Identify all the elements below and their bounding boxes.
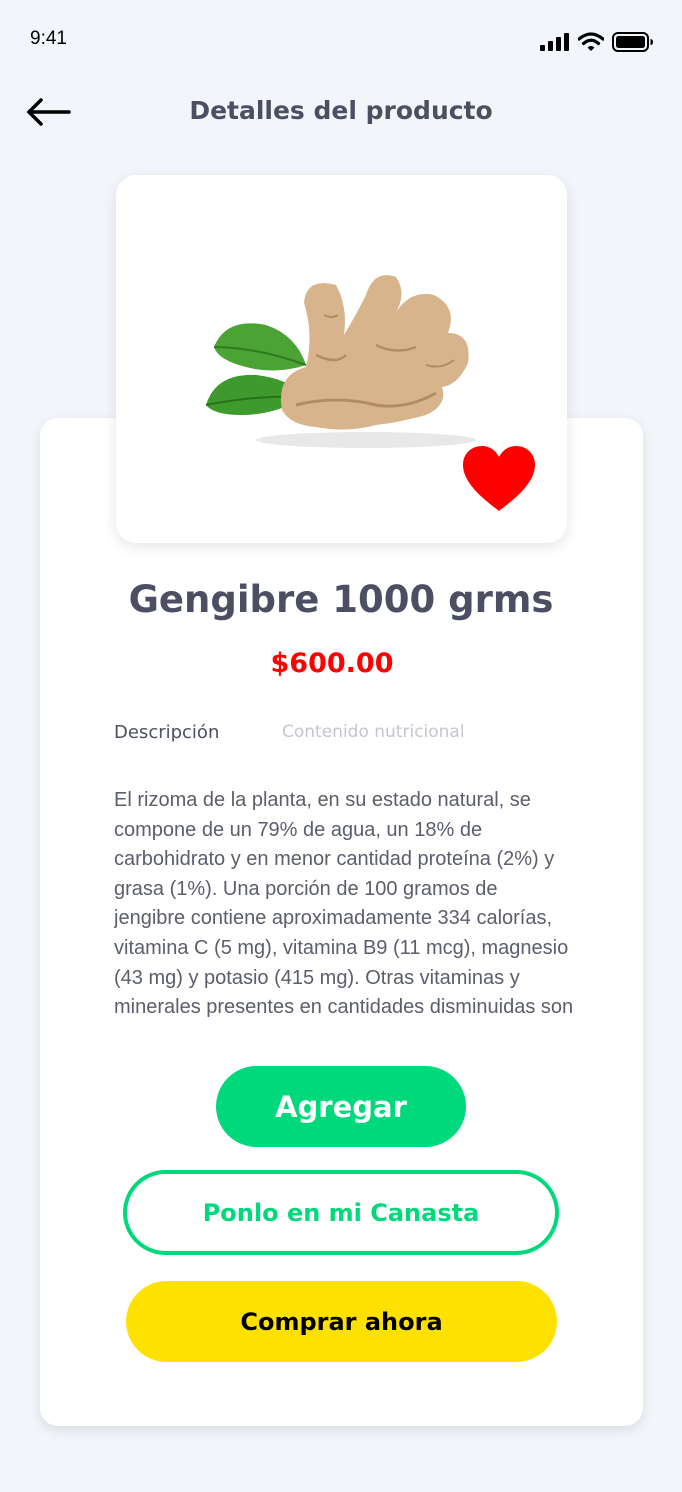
description-text: El rizoma de la planta, en su estado nat… [114, 789, 574, 1019]
heart-icon [463, 446, 535, 511]
product-price: $600.00 [270, 648, 394, 679]
buy-now-button[interactable]: Comprar ahora [126, 1281, 557, 1362]
header: Detalles del producto [0, 84, 682, 144]
tab-nutritional-content[interactable]: Contenido nutricional [282, 722, 465, 742]
product-image-card [116, 175, 567, 543]
ginger-product-image [205, 275, 476, 448]
status-icons [540, 32, 654, 52]
cellular-signal-icon [540, 33, 569, 51]
add-to-basket-button[interactable]: Ponlo en mi Canasta [123, 1170, 559, 1255]
tab-description[interactable]: Descripción [114, 722, 219, 743]
battery-icon [612, 32, 653, 52]
description-scroll-area[interactable]: El rizoma de la planta, en su estado nat… [114, 786, 574, 1030]
add-button[interactable]: Agregar [216, 1066, 466, 1147]
wifi-icon [578, 32, 604, 51]
status-time: 9:41 [30, 28, 67, 49]
status-bar: 9:41 [0, 0, 682, 80]
favorite-button[interactable] [459, 443, 539, 515]
product-name: Gengibre 1000 grms [128, 578, 554, 621]
page-title: Detalles del producto [189, 96, 493, 125]
